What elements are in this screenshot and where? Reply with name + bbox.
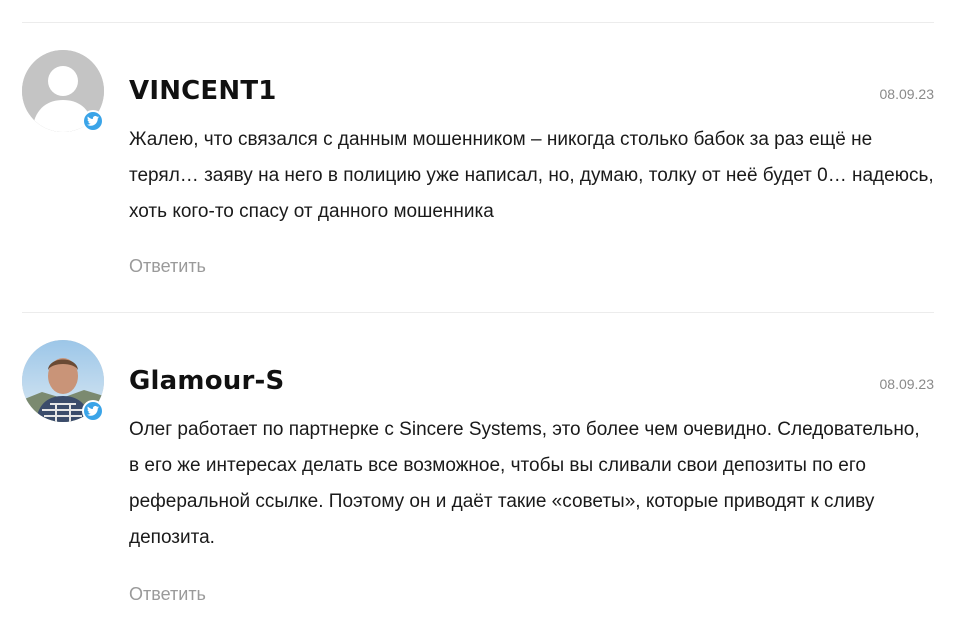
comment-item: Glamour-S 08.09.23 Олег работает по парт… xyxy=(22,340,934,610)
avatar-container xyxy=(22,340,104,422)
comment-author[interactable]: Glamour-S xyxy=(129,366,284,396)
divider xyxy=(22,22,934,23)
comment-text: Жалею, что связался с данным мошенником … xyxy=(129,129,934,222)
divider xyxy=(22,312,934,313)
twitter-bird-icon xyxy=(87,406,99,416)
comment-date: 08.09.23 xyxy=(879,376,935,392)
twitter-badge xyxy=(82,110,104,132)
reply-button[interactable]: Ответить xyxy=(129,584,206,605)
comments-section: VINCENT1 08.09.23 Жалею, что связался с … xyxy=(0,0,974,619)
comment-item: VINCENT1 08.09.23 Жалею, что связался с … xyxy=(22,50,934,290)
avatar-container xyxy=(22,50,104,132)
comment-author[interactable]: VINCENT1 xyxy=(129,76,277,106)
twitter-badge xyxy=(82,400,104,422)
comment-date: 08.09.23 xyxy=(879,86,935,102)
twitter-bird-icon xyxy=(87,116,99,126)
comment-text: Олег работает по партнерке с Sincere Sys… xyxy=(129,419,920,548)
reply-button[interactable]: Ответить xyxy=(129,256,206,277)
